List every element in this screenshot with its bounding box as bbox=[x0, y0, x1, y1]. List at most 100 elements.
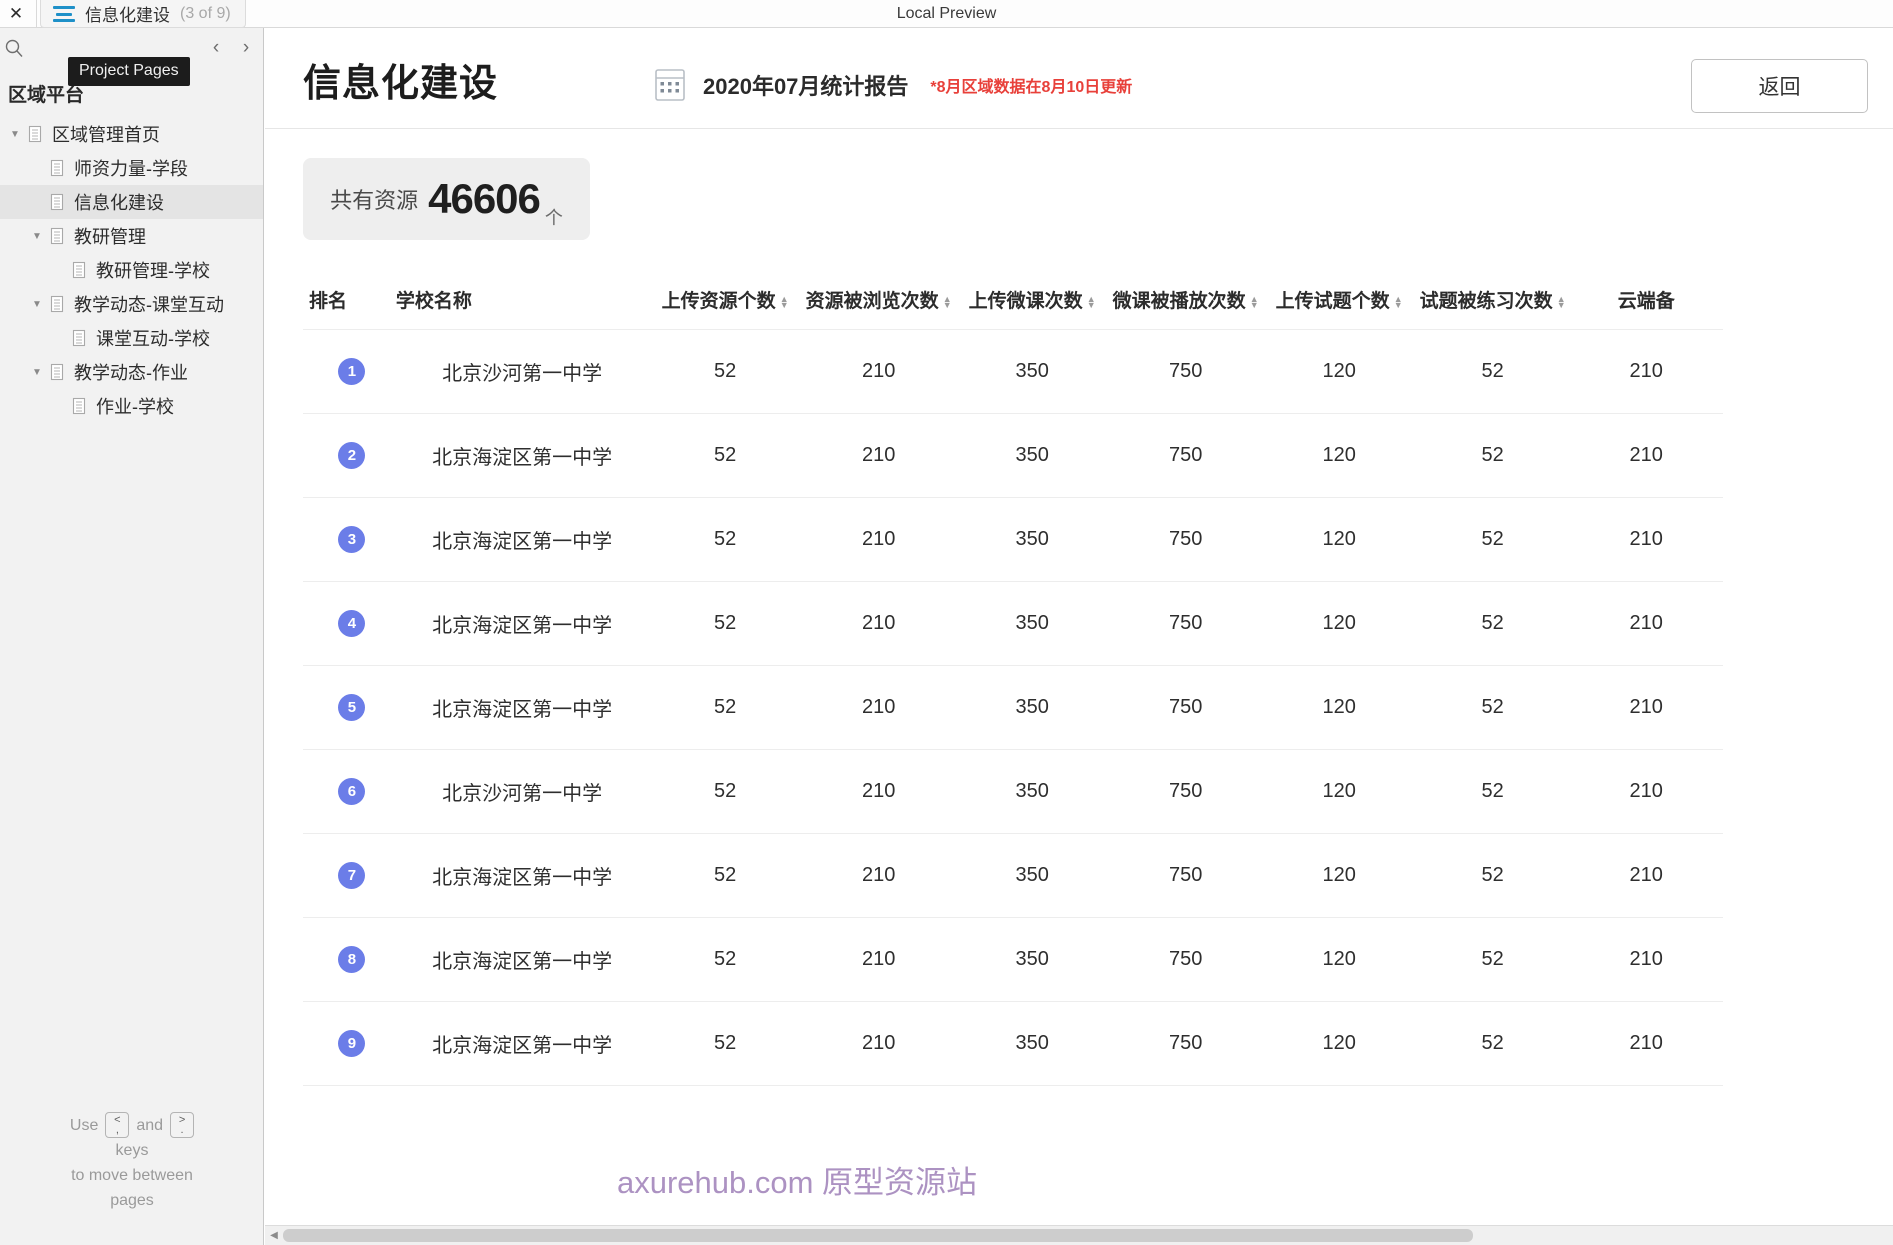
tree-item-label: 区域管理首页 bbox=[52, 125, 160, 145]
table-column-header[interactable]: 上传试题个数 ▲ ▼ bbox=[1262, 276, 1416, 330]
tree-item[interactable]: 信息化建设 bbox=[0, 185, 263, 219]
tree-item-label: 教研管理 bbox=[74, 227, 146, 247]
rank-cell: 1 bbox=[303, 329, 396, 414]
metric-cell: 210 bbox=[1569, 917, 1723, 1002]
rank-cell: 7 bbox=[303, 833, 396, 918]
metric-cell: 120 bbox=[1262, 1001, 1416, 1086]
metric-cell: 210 bbox=[1569, 581, 1723, 666]
back-button[interactable]: 返回 bbox=[1691, 59, 1868, 113]
page-document-icon bbox=[70, 329, 88, 347]
prev-page-arrow-icon[interactable]: ‹ bbox=[205, 36, 227, 60]
metric-cell: 52 bbox=[648, 833, 802, 918]
metric-cell: 52 bbox=[1415, 833, 1570, 918]
table-row[interactable]: 3 北京海淀区第一中学 52 210 350 750 120 52 210 bbox=[303, 497, 1723, 582]
sort-toggle-icon[interactable]: ▲ ▼ bbox=[1557, 294, 1566, 309]
metric-cell: 210 bbox=[1569, 665, 1723, 750]
sort-toggle-icon[interactable]: ▲ ▼ bbox=[1250, 294, 1259, 309]
table-column-header-label: 排名 bbox=[309, 291, 348, 312]
metric-cell: 52 bbox=[648, 413, 802, 498]
table-row[interactable]: 4 北京海淀区第一中学 52 210 350 750 120 52 210 bbox=[303, 581, 1723, 666]
rank-badge: 6 bbox=[338, 778, 366, 805]
rank-cell: 4 bbox=[303, 581, 396, 666]
metric-cell: 52 bbox=[1415, 749, 1570, 834]
tree-item[interactable]: ▼ 教学动态-课堂互动 bbox=[0, 287, 263, 321]
table-row[interactable]: 8 北京海淀区第一中学 52 210 350 750 120 52 210 bbox=[303, 917, 1723, 1002]
prev-key-subglyph: , bbox=[115, 1124, 119, 1136]
search-icon[interactable] bbox=[4, 38, 24, 58]
tree-item-label: 师资力量-学段 bbox=[74, 159, 188, 179]
top-bar-divider bbox=[36, 0, 37, 28]
table-column-header[interactable]: 试题被练习次数 ▲ ▼ bbox=[1416, 276, 1570, 330]
metric-cell: 52 bbox=[1415, 329, 1570, 414]
tree-item[interactable]: 教研管理-学校 bbox=[0, 253, 263, 287]
table-column-header-label: 微课被播放次数 bbox=[1112, 291, 1246, 312]
horizontal-scrollbar[interactable]: ◀ bbox=[265, 1225, 1893, 1245]
twisty-expanded-icon[interactable]: ▼ bbox=[26, 299, 48, 310]
page-document-icon bbox=[48, 363, 66, 381]
hamburger-icon[interactable] bbox=[53, 5, 75, 22]
table-row[interactable]: 7 北京海淀区第一中学 52 210 350 750 120 52 210 bbox=[303, 833, 1723, 918]
metric-cell: 52 bbox=[1415, 1001, 1570, 1086]
report-date: 2020年07月统计报告 bbox=[703, 74, 909, 99]
table-row[interactable]: 5 北京海淀区第一中学 52 210 350 750 120 52 210 bbox=[303, 665, 1723, 750]
twisty-expanded-icon[interactable]: ▼ bbox=[26, 231, 48, 242]
tree-item[interactable]: 师资力量-学段 bbox=[0, 151, 263, 185]
table-column-header-label: 学校名称 bbox=[395, 291, 472, 312]
tree-item[interactable]: 作业-学校 bbox=[0, 389, 263, 423]
table-column-header[interactable]: 上传资源个数 ▲ ▼ bbox=[648, 276, 802, 330]
table-row[interactable]: 2 北京海淀区第一中学 52 210 350 750 120 52 210 bbox=[303, 413, 1723, 498]
total-resources-value: 46606 bbox=[428, 175, 541, 222]
tree-item[interactable]: ▼ 教学动态-作业 bbox=[0, 355, 263, 389]
total-resources-label: 共有资源 bbox=[330, 188, 419, 213]
hint-and-label: and bbox=[136, 1116, 164, 1134]
twisty-expanded-icon[interactable]: ▼ bbox=[26, 367, 48, 378]
metric-cell: 750 bbox=[1108, 665, 1263, 750]
metric-cell: 350 bbox=[955, 329, 1109, 414]
content-header: 信息化建设 2020年07月统计报告 *8月区域数据在8月10日更新 返回 bbox=[265, 28, 1893, 129]
metric-cell: 52 bbox=[648, 917, 802, 1002]
metric-cell: 52 bbox=[1415, 917, 1570, 1002]
total-resources-card: 共有资源 46606 个 bbox=[303, 158, 590, 240]
table-column-header: 云端备 bbox=[1569, 276, 1723, 330]
ranking-table: 排名 学校名称 上传资源个数 ▲ ▼ 资源被浏览次数 ▲ ▼ 上传微课次数 ▲ ▼ 微课被播放次数 ▲ ▼… bbox=[303, 276, 1723, 1086]
twisty-expanded-icon[interactable]: ▼ bbox=[4, 129, 26, 140]
metric-cell: 210 bbox=[801, 665, 956, 750]
sort-toggle-icon[interactable]: ▲ ▼ bbox=[1394, 294, 1403, 309]
sort-toggle-icon[interactable]: ▲ ▼ bbox=[1087, 294, 1096, 309]
metric-cell: 210 bbox=[801, 917, 956, 1002]
scroll-left-arrow-icon[interactable]: ◀ bbox=[267, 1228, 281, 1242]
tree-item[interactable]: 课堂互动-学校 bbox=[0, 321, 263, 355]
rank-badge: 5 bbox=[338, 694, 366, 721]
school-name-cell: 北京沙河第一中学 bbox=[395, 329, 649, 414]
table-column-header[interactable]: 微课被播放次数 ▲ ▼ bbox=[1109, 276, 1263, 330]
table-row[interactable]: 6 北京沙河第一中学 52 210 350 750 120 52 210 bbox=[303, 749, 1723, 834]
metric-cell: 120 bbox=[1262, 581, 1416, 666]
metric-cell: 210 bbox=[1569, 413, 1723, 498]
close-icon[interactable]: ✕ bbox=[4, 2, 28, 26]
metric-cell: 210 bbox=[801, 329, 956, 414]
table-column-header: 排名 bbox=[303, 276, 396, 330]
metric-cell: 52 bbox=[648, 581, 802, 666]
horizontal-scrollbar-thumb[interactable] bbox=[283, 1229, 1473, 1242]
tree-item[interactable]: ▼ 区域管理首页 bbox=[0, 117, 263, 151]
metric-cell: 52 bbox=[1415, 665, 1570, 750]
tree-item[interactable]: ▼ 教研管理 bbox=[0, 219, 263, 253]
table-column-header[interactable]: 上传微课次数 ▲ ▼ bbox=[955, 276, 1109, 330]
school-name-cell: 北京海淀区第一中学 bbox=[395, 497, 649, 582]
metric-cell: 750 bbox=[1108, 1001, 1263, 1086]
project-pages-tooltip: Project Pages bbox=[68, 57, 190, 86]
sort-toggle-icon[interactable]: ▲ ▼ bbox=[943, 294, 952, 309]
table-row[interactable]: 1 北京沙河第一中学 52 210 350 750 120 52 210 bbox=[303, 329, 1723, 414]
prev-key-cap: < , bbox=[105, 1112, 130, 1138]
preview-content: 信息化建设 2020年07月统计报告 *8月区域数据在8月10日更新 返回 共有… bbox=[265, 28, 1893, 1245]
metric-cell: 750 bbox=[1108, 413, 1263, 498]
rank-cell: 6 bbox=[303, 749, 396, 834]
table-column-header[interactable]: 资源被浏览次数 ▲ ▼ bbox=[802, 276, 956, 330]
rank-cell: 9 bbox=[303, 1001, 396, 1086]
metric-cell: 210 bbox=[801, 497, 956, 582]
next-page-arrow-icon[interactable]: › bbox=[235, 36, 257, 60]
page-tab[interactable]: 信息化建设 (3 of 9) bbox=[40, 0, 246, 28]
sort-toggle-icon[interactable]: ▲ ▼ bbox=[780, 294, 789, 309]
table-row[interactable]: 9 北京海淀区第一中学 52 210 350 750 120 52 210 bbox=[303, 1001, 1723, 1086]
project-pages-panel: ‹ › Project Pages 区域平台 ▼ 区域管理首页 师资力量-学段 信息化… bbox=[0, 28, 264, 1245]
